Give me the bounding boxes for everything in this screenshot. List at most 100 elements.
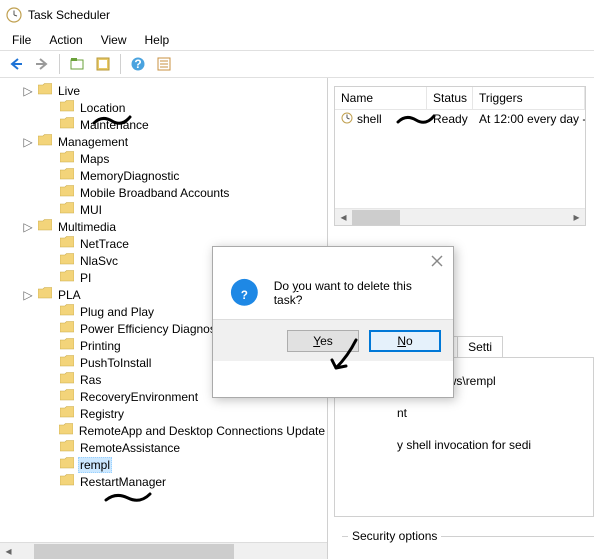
- tree-item-label: RemoteApp and Desktop Connections Update: [77, 424, 327, 438]
- app-title: Task Scheduler: [28, 8, 110, 22]
- folder-icon: [60, 321, 74, 336]
- tree-item-label: PushToInstall: [78, 356, 153, 370]
- tree-item[interactable]: MemoryDiagnostic: [0, 167, 327, 184]
- scroll-right-arrow[interactable]: ▸: [568, 209, 585, 225]
- folder-icon: [38, 83, 52, 98]
- folder-icon: [38, 287, 52, 302]
- list-h-scrollbar[interactable]: ◂ ▸: [335, 208, 585, 225]
- scroll-left-arrow[interactable]: ◂: [335, 209, 352, 225]
- tree-item-label: rempl: [78, 457, 112, 473]
- tree-item-label: RecoveryEnvironment: [78, 390, 200, 404]
- folder-icon: [38, 134, 52, 149]
- tree-item[interactable]: ▷Multimedia: [0, 218, 327, 235]
- scroll-left-arrow[interactable]: ◂: [0, 543, 17, 559]
- properties-button[interactable]: [152, 52, 176, 76]
- task-list-header: Name Status Triggers: [335, 87, 585, 110]
- menu-file[interactable]: File: [4, 31, 39, 49]
- back-button[interactable]: [4, 52, 28, 76]
- col-status[interactable]: Status: [427, 87, 473, 109]
- scroll-thumb[interactable]: [34, 544, 234, 559]
- security-legend: Security options: [348, 529, 441, 543]
- dialog-message: Do you want to delete this task?: [274, 279, 437, 307]
- tree-item[interactable]: RemoteAssistance: [0, 439, 327, 456]
- tree-item[interactable]: Maintenance: [0, 116, 327, 133]
- tree-item[interactable]: RestartManager: [0, 473, 327, 490]
- help-button[interactable]: ?: [126, 52, 150, 76]
- confirm-dialog: ? Do you want to delete this task? Yes N…: [212, 246, 454, 398]
- folder-icon: [59, 423, 73, 438]
- forward-button[interactable]: [30, 52, 54, 76]
- scroll-thumb[interactable]: [352, 210, 400, 225]
- expand-icon[interactable]: ▷: [22, 85, 34, 97]
- task-row[interactable]: shell Ready At 12:00 every day - A: [335, 110, 585, 128]
- up-button[interactable]: [65, 52, 89, 76]
- tree-item[interactable]: rempl: [0, 456, 327, 473]
- panel-text: nt: [397, 406, 583, 420]
- task-list: Name Status Triggers shell Ready At 12:0…: [334, 86, 586, 226]
- menu-help[interactable]: Help: [137, 31, 178, 49]
- tree-item-label: Ras: [78, 373, 103, 387]
- security-options-group: Security options When running the task, …: [342, 536, 594, 559]
- no-button[interactable]: No: [369, 330, 441, 352]
- tree-item-label: Printing: [78, 339, 123, 353]
- tree-item-label: PLA: [56, 288, 83, 302]
- close-icon[interactable]: [427, 251, 447, 271]
- folder-icon: [60, 440, 74, 455]
- folder-icon: [60, 372, 74, 387]
- tree-item[interactable]: Mobile Broadband Accounts: [0, 184, 327, 201]
- refresh-button[interactable]: [91, 52, 115, 76]
- tree-item[interactable]: Maps: [0, 150, 327, 167]
- folder-icon: [60, 202, 74, 217]
- tree-h-scrollbar[interactable]: ◂: [0, 542, 327, 559]
- folder-icon: [60, 168, 74, 183]
- no-rest: o: [406, 334, 413, 348]
- folder-icon: [60, 406, 74, 421]
- tab-settings[interactable]: Setti: [457, 336, 503, 357]
- expand-icon[interactable]: ▷: [22, 289, 34, 301]
- folder-icon: [60, 389, 74, 404]
- tree-item-label: NlaSvc: [78, 254, 120, 268]
- question-icon: ?: [229, 277, 260, 309]
- folder-icon: [60, 270, 74, 285]
- folder-icon: [60, 151, 74, 166]
- col-name[interactable]: Name: [335, 87, 427, 109]
- expand-icon[interactable]: ▷: [22, 136, 34, 148]
- list-whitespace: [335, 128, 585, 208]
- tree-item[interactable]: RemoteApp and Desktop Connections Update: [0, 422, 327, 439]
- folder-icon: [60, 457, 74, 472]
- tree-item-label: Registry: [78, 407, 126, 421]
- folder-icon: [60, 117, 74, 132]
- tree-item[interactable]: MUI: [0, 201, 327, 218]
- folder-icon: [38, 219, 52, 234]
- panel-text: y shell invocation for sedi: [397, 438, 583, 452]
- task-status: Ready: [427, 112, 473, 126]
- col-triggers[interactable]: Triggers: [473, 87, 585, 109]
- folder-icon: [60, 236, 74, 251]
- tree-item[interactable]: ▷Management: [0, 133, 327, 150]
- yes-button[interactable]: Yes: [287, 330, 359, 352]
- yes-rest: es: [320, 334, 333, 348]
- tree-item-label: Maintenance: [78, 118, 151, 132]
- folder-icon: [60, 338, 74, 353]
- svg-text:?: ?: [241, 290, 248, 302]
- task-name: shell: [357, 112, 382, 126]
- toolbar-separator: [59, 54, 60, 74]
- tree-item[interactable]: Location: [0, 99, 327, 116]
- tree-item-label: NetTrace: [78, 237, 131, 251]
- menu-view[interactable]: View: [93, 31, 135, 49]
- tree-item-label: MUI: [78, 203, 104, 217]
- tree-item-label: Plug and Play: [78, 305, 156, 319]
- menu-action[interactable]: Action: [41, 31, 90, 49]
- tree-item-label: Mobile Broadband Accounts: [78, 186, 231, 200]
- task-triggers: At 12:00 every day - A: [473, 112, 585, 126]
- menu-bar: File Action View Help: [0, 30, 594, 50]
- tree-item[interactable]: Registry: [0, 405, 327, 422]
- tree-item-label: PI: [78, 271, 93, 285]
- toolbar: ?: [0, 50, 594, 78]
- tree-item[interactable]: ▷Live: [0, 82, 327, 99]
- svg-text:?: ?: [134, 57, 141, 71]
- tree-item-label: Maps: [78, 152, 111, 166]
- folder-icon: [60, 474, 74, 489]
- tree-item-label: Location: [78, 101, 127, 115]
- expand-icon[interactable]: ▷: [22, 221, 34, 233]
